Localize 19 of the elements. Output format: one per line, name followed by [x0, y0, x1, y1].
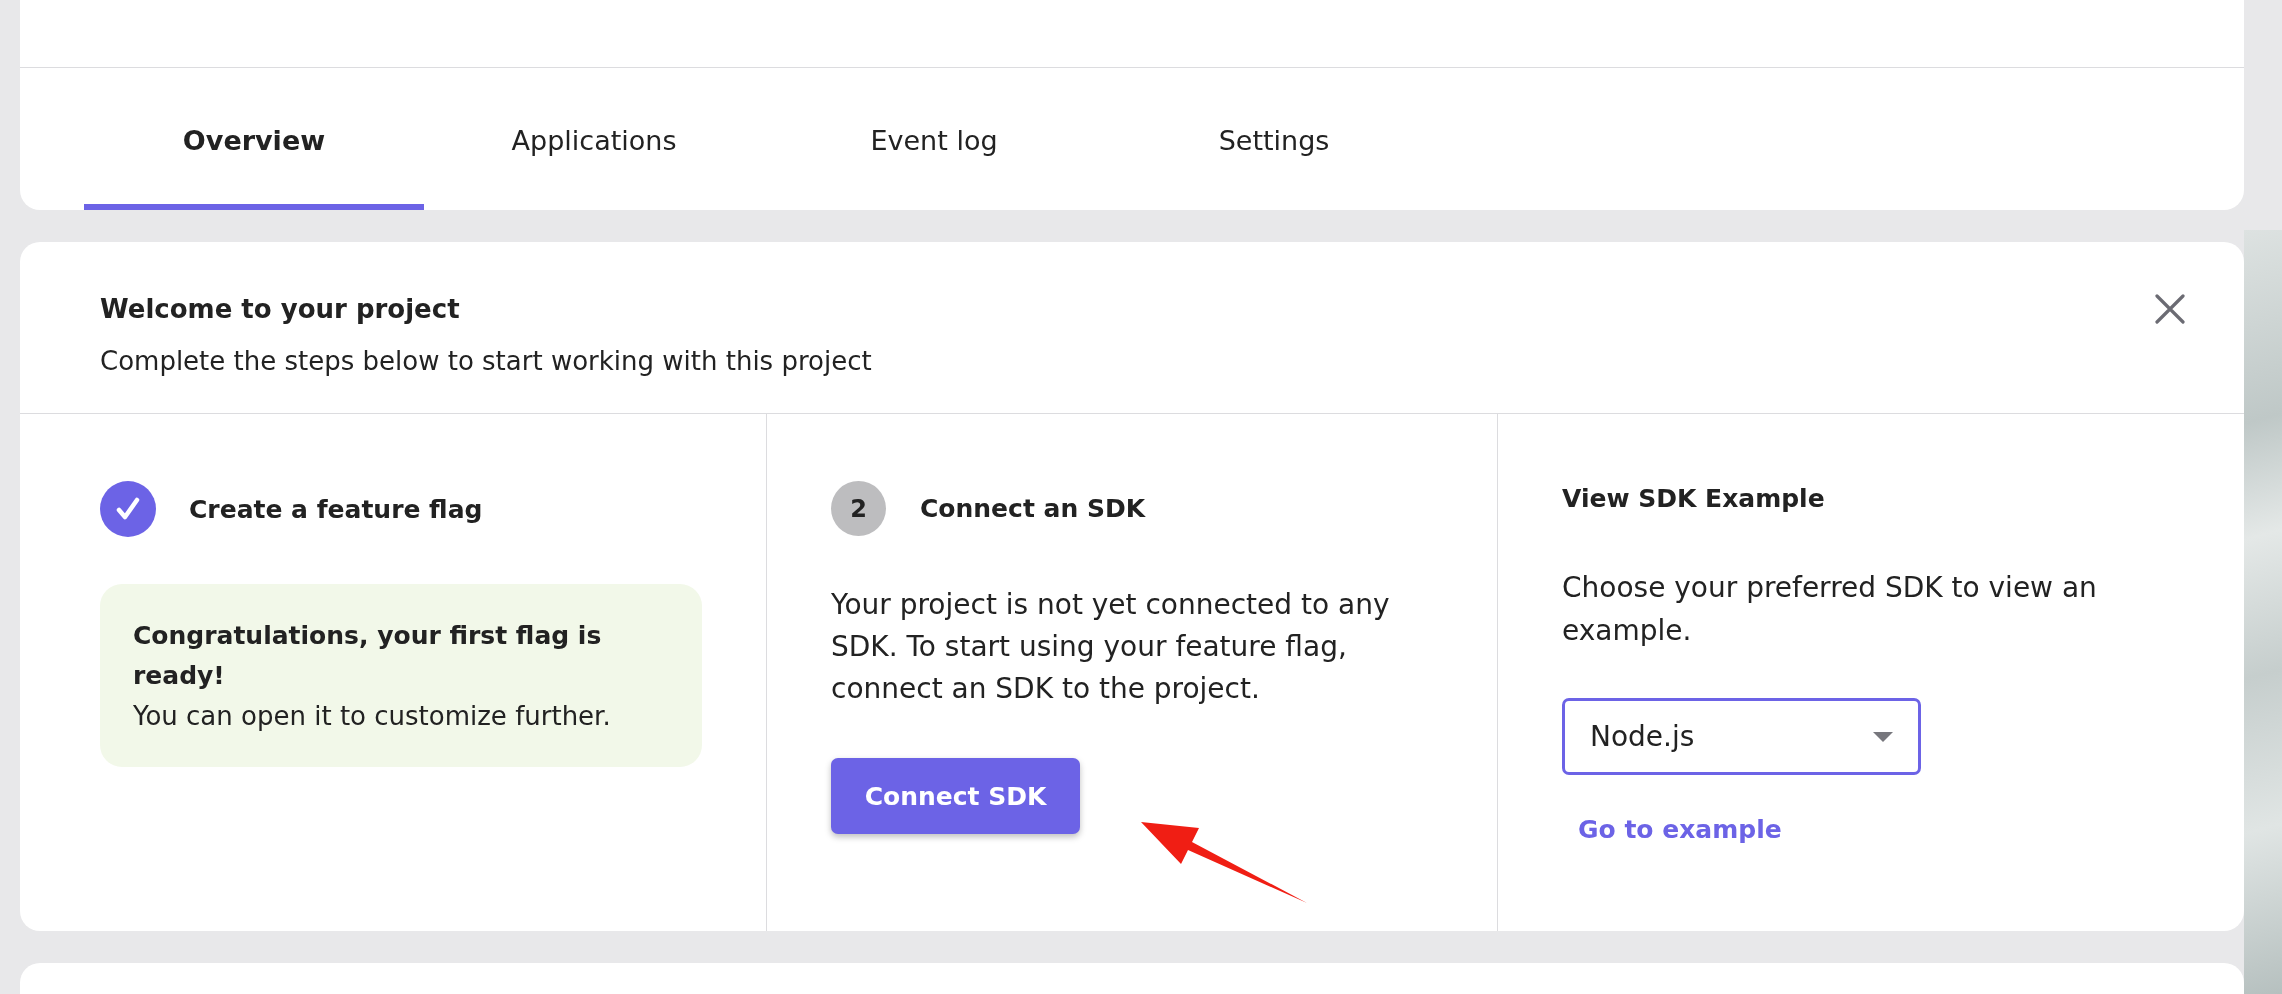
go-to-example-link[interactable]: Go to example	[1562, 813, 1798, 847]
step-title: Create a feature flag	[189, 494, 483, 524]
sdk-select[interactable]: Node.js	[1562, 698, 1921, 775]
welcome-title: Welcome to your project	[100, 293, 461, 326]
connect-sdk-button[interactable]: Connect SDK	[831, 758, 1080, 834]
notice-title: Congratulations, your first flag is ready!	[133, 620, 603, 692]
caret-icon	[1873, 731, 1893, 742]
step-number: 2	[831, 481, 886, 536]
close-icon[interactable]	[2155, 294, 2185, 324]
tab[interactable]: Applications	[424, 68, 764, 210]
tab[interactable]: Event log	[764, 68, 1104, 210]
tab[interactable]: Overview	[84, 68, 424, 210]
example-description: Choose your preferred SDK to view an example.	[1562, 570, 2098, 649]
step-title: Connect an SDK	[920, 494, 1146, 523]
example-title: View SDK Example	[1562, 483, 1825, 515]
step-description: Your project is not yet connected to any SDK. To start using your feature flag, connect an SDK to the project.	[831, 587, 1391, 707]
notice-message: You can open it to customize further.	[133, 700, 612, 733]
welcome-subtitle: Complete the steps below to start working with this project	[100, 345, 872, 378]
tab[interactable]: Settings	[1104, 68, 1444, 210]
